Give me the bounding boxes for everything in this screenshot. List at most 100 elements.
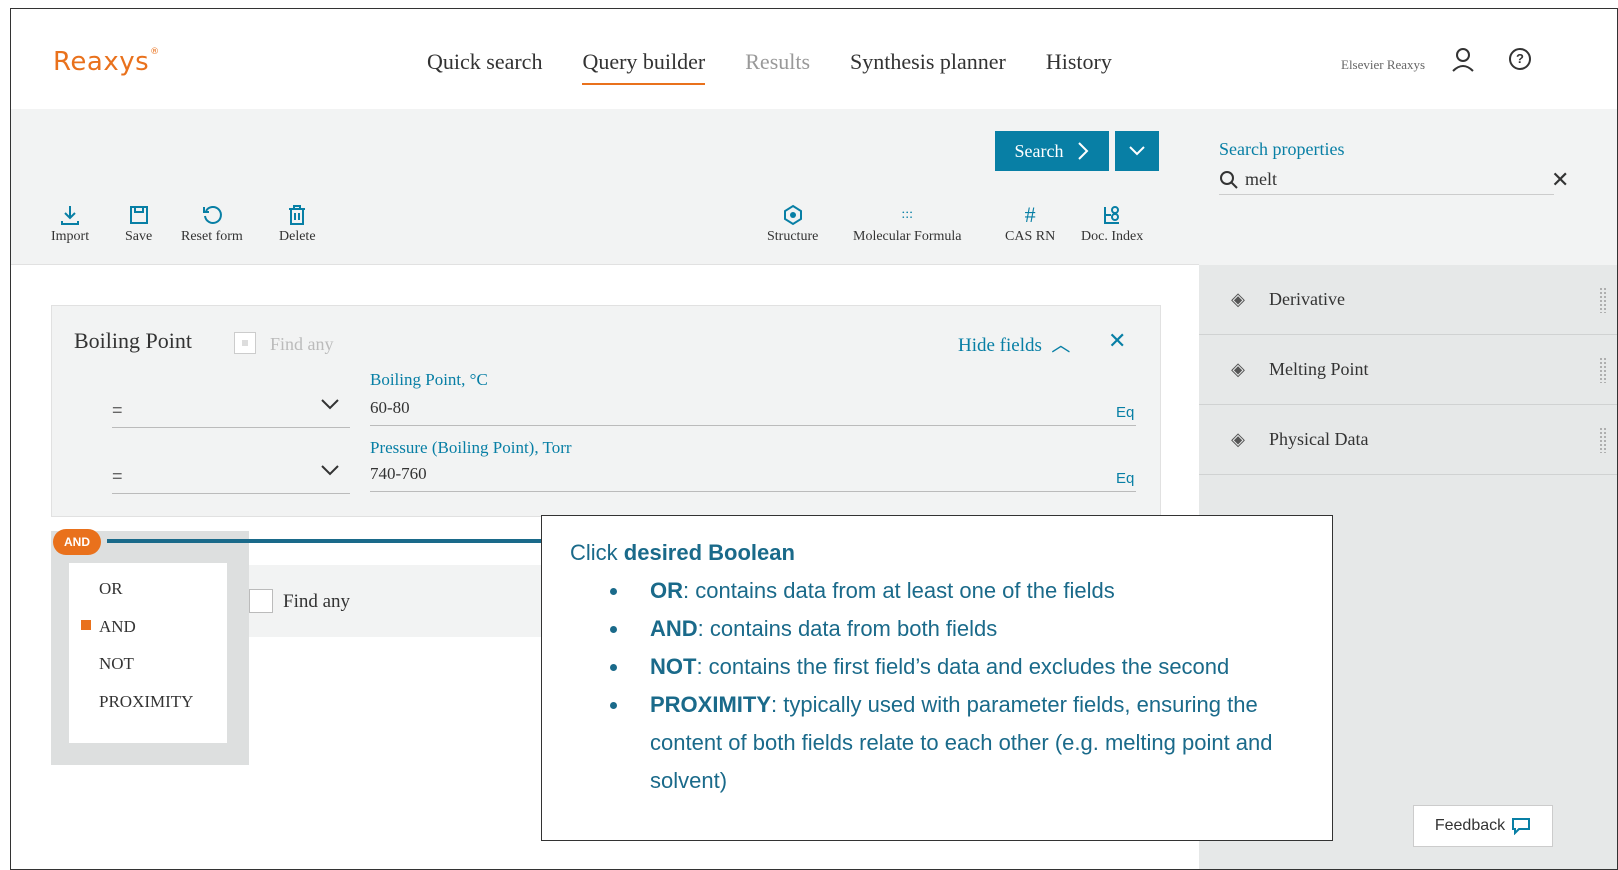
boolean-menu: OR AND NOT PROXIMITY bbox=[69, 563, 227, 743]
callout-term: NOT bbox=[650, 654, 697, 679]
properties-search-value: melt bbox=[1245, 169, 1277, 189]
query-toolbar: Search Import Save Reset form Delete Str… bbox=[11, 109, 1199, 265]
boolean-option-or[interactable]: OR bbox=[99, 579, 123, 599]
cas-rn-label: CAS RN bbox=[1005, 229, 1056, 244]
properties-search-input[interactable]: melt bbox=[1219, 165, 1554, 195]
hash-icon: # bbox=[1024, 202, 1036, 227]
reaxys-logo[interactable]: Reaxys® bbox=[53, 47, 160, 77]
boolean-operator-badge[interactable]: AND bbox=[53, 529, 101, 555]
cas-rn-tool[interactable]: # CAS RN bbox=[1005, 201, 1055, 245]
find-any-checkbox[interactable] bbox=[249, 589, 273, 613]
structure-label: Structure bbox=[767, 229, 819, 244]
find-any-checkbox[interactable] bbox=[234, 332, 256, 354]
drag-handle-icon[interactable] bbox=[1599, 427, 1607, 453]
molecular-formula-label: Molecular Formula bbox=[853, 229, 962, 244]
callout-intro: Click desired Boolean bbox=[570, 534, 1332, 572]
app-window: Reaxys® Quick search Query builder Resul… bbox=[10, 8, 1618, 870]
delete-label: Delete bbox=[279, 229, 316, 244]
chevron-down-icon bbox=[321, 465, 339, 476]
field-lookup-icon[interactable]: Eq bbox=[1116, 404, 1134, 421]
logo-text: Reaxys bbox=[53, 47, 150, 77]
property-item-derivative[interactable]: ◈ Derivative bbox=[1199, 265, 1617, 335]
nav-quick-search[interactable]: Quick search bbox=[427, 49, 542, 85]
property-item-melting-point[interactable]: ◈ Melting Point bbox=[1199, 335, 1617, 405]
instruction-callout: Click desired Boolean OR: contains data … bbox=[541, 515, 1333, 841]
doc-index-icon bbox=[1101, 201, 1123, 229]
callout-term: OR bbox=[650, 578, 683, 603]
clear-search-icon[interactable]: ✕ bbox=[1551, 167, 1569, 193]
callout-intro-prefix: Click bbox=[570, 540, 624, 565]
reset-form-tool[interactable]: Reset form bbox=[181, 201, 243, 245]
molecular-formula-tool[interactable]: ::: Molecular Formula bbox=[853, 201, 961, 245]
operator-value: = bbox=[112, 400, 123, 420]
user-name[interactable]: Elsevier Reaxys bbox=[1341, 57, 1425, 73]
find-any-label: Find any bbox=[283, 591, 351, 612]
callout-intro-bold: desired Boolean bbox=[623, 540, 795, 565]
boolean-option-and[interactable]: AND bbox=[81, 617, 136, 637]
chevron-right-icon bbox=[1078, 142, 1089, 160]
operator-select[interactable]: = bbox=[112, 452, 350, 494]
operator-value: = bbox=[112, 466, 123, 486]
chat-bubble-icon bbox=[1512, 818, 1531, 835]
search-properties-title: Search properties bbox=[1219, 139, 1345, 159]
doc-index-tool[interactable]: Doc. Index bbox=[1081, 201, 1143, 245]
boiling-point-card: Boiling Point Find any Hide fields ︿ ✕ =… bbox=[51, 305, 1161, 517]
nav-history[interactable]: History bbox=[1046, 49, 1112, 85]
download-icon bbox=[59, 201, 81, 229]
save-label: Save bbox=[125, 229, 153, 244]
drag-handle-icon[interactable] bbox=[1599, 357, 1607, 383]
feedback-button[interactable]: Feedback bbox=[1413, 805, 1553, 847]
boolean-option-proximity[interactable]: PROXIMITY bbox=[99, 692, 193, 712]
callout-term: PROXIMITY bbox=[650, 692, 772, 717]
nav-query-builder[interactable]: Query builder bbox=[582, 49, 705, 85]
top-header: Reaxys® Quick search Query builder Resul… bbox=[11, 9, 1617, 109]
callout-text: : contains data from at least one of the… bbox=[683, 578, 1115, 603]
user-icon[interactable] bbox=[1451, 47, 1475, 73]
import-tool[interactable]: Import bbox=[51, 201, 89, 245]
boolean-option-not[interactable]: NOT bbox=[99, 654, 134, 674]
chevron-up-icon: ︿ bbox=[1046, 335, 1071, 356]
trash-icon bbox=[286, 201, 308, 229]
card-title: Boiling Point bbox=[74, 328, 192, 353]
chevron-down-icon bbox=[1129, 146, 1145, 156]
hide-fields-label: Hide fields bbox=[958, 335, 1042, 356]
callout-connector bbox=[107, 539, 555, 543]
boiling-point-input[interactable]: 60-80 bbox=[370, 398, 1136, 426]
callout-item: OR: contains data from at least one of t… bbox=[610, 572, 1332, 610]
reset-form-label: Reset form bbox=[181, 229, 243, 244]
save-tool[interactable]: Save bbox=[125, 201, 152, 245]
property-label: Physical Data bbox=[1269, 429, 1369, 449]
chevron-down-icon bbox=[321, 399, 339, 410]
drag-handle-icon[interactable] bbox=[1599, 287, 1607, 313]
nav-results[interactable]: Results bbox=[745, 49, 810, 85]
layers-icon: ◈ bbox=[1231, 359, 1245, 379]
callout-list: OR: contains data from at least one of t… bbox=[610, 572, 1332, 800]
pressure-input[interactable]: 740-760 bbox=[370, 464, 1136, 492]
structure-tool[interactable]: Structure bbox=[767, 201, 818, 245]
doc-index-label: Doc. Index bbox=[1081, 229, 1144, 244]
callout-item: NOT: contains the first field’s data and… bbox=[610, 648, 1332, 686]
field-lookup-icon[interactable]: Eq bbox=[1116, 470, 1134, 487]
find-any-label: Find any bbox=[270, 334, 334, 354]
feedback-label: Feedback bbox=[1434, 817, 1506, 834]
operator-select[interactable]: = bbox=[112, 386, 350, 428]
remove-card-icon[interactable]: ✕ bbox=[1108, 328, 1126, 354]
nav-synthesis-planner[interactable]: Synthesis planner bbox=[850, 49, 1006, 85]
search-options-dropdown[interactable] bbox=[1115, 131, 1159, 171]
search-button[interactable]: Search bbox=[995, 131, 1109, 171]
layers-icon: ◈ bbox=[1231, 289, 1245, 309]
property-label: Melting Point bbox=[1269, 359, 1369, 379]
callout-text: : contains the first field’s data and ex… bbox=[696, 654, 1230, 679]
property-item-physical-data[interactable]: ◈ Physical Data bbox=[1199, 405, 1617, 475]
main-nav: Quick search Query builder Results Synth… bbox=[427, 49, 1112, 85]
callout-item: AND: contains data from both fields bbox=[610, 610, 1332, 648]
search-button-label: Search bbox=[1014, 140, 1064, 161]
help-icon[interactable]: ? bbox=[1509, 48, 1531, 70]
delete-tool[interactable]: Delete bbox=[279, 201, 316, 245]
callout-term: AND bbox=[650, 616, 698, 641]
save-icon bbox=[128, 201, 150, 229]
field-label: Pressure (Boiling Point), Torr bbox=[370, 438, 572, 457]
import-label: Import bbox=[51, 229, 90, 244]
structure-icon bbox=[782, 201, 804, 229]
hide-fields-button[interactable]: Hide fields ︿ bbox=[958, 330, 1070, 357]
